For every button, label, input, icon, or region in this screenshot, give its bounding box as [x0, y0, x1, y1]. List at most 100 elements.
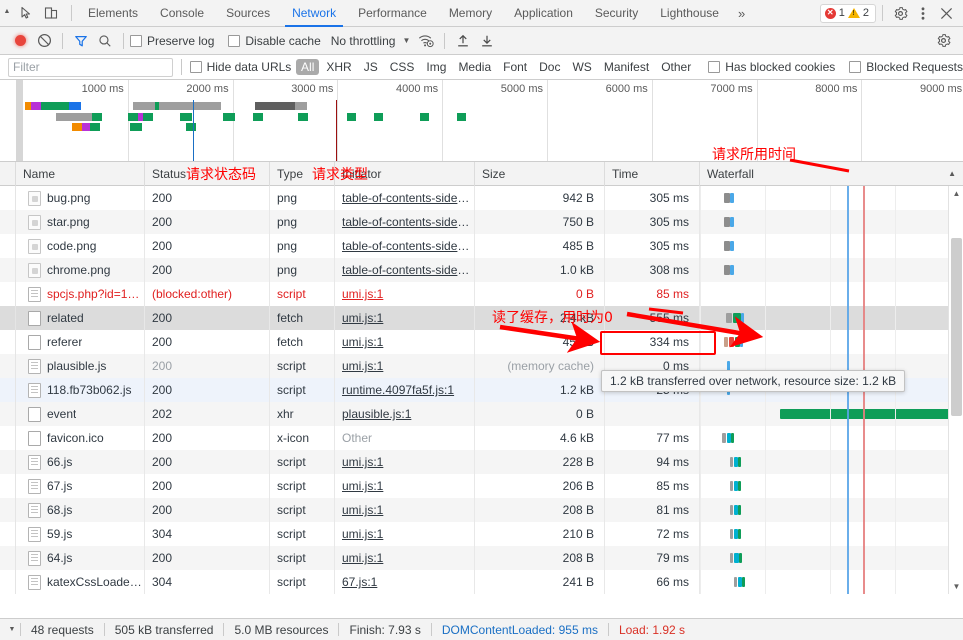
- kebab-menu-icon[interactable]: [912, 2, 934, 24]
- tab-performance[interactable]: Performance: [347, 0, 438, 27]
- cell-initiator[interactable]: umi.js:1: [335, 306, 475, 330]
- search-icon[interactable]: [93, 29, 117, 53]
- close-icon[interactable]: [935, 2, 957, 24]
- cell-name[interactable]: spcjs.php?id=1…: [16, 282, 145, 306]
- cell-initiator[interactable]: umi.js:1: [335, 282, 475, 306]
- cell-initiator[interactable]: umi.js:1: [335, 354, 475, 378]
- table-row[interactable]: 59.js 304 script umi.js:1 210 B 72 ms: [0, 522, 963, 546]
- cell-name[interactable]: code.png: [16, 234, 145, 258]
- throttling-select[interactable]: No throttling ▼: [331, 34, 411, 48]
- filter-chip-xhr[interactable]: XHR: [321, 59, 356, 75]
- table-row[interactable]: chrome.png 200 png table-of-contents-sideb……: [0, 258, 963, 282]
- table-row[interactable]: related 200 fetch umi.js:1 2.4 kB 555 ms: [0, 306, 963, 330]
- cell-name[interactable]: katexCssLoader.js: [16, 570, 145, 594]
- statusbar-collapse-icon[interactable]: ▼: [4, 626, 20, 633]
- filter-toggle-icon[interactable]: [69, 29, 93, 53]
- cell-name[interactable]: 118.fb73b062.js: [16, 378, 145, 402]
- cell-name[interactable]: 66.js: [16, 450, 145, 474]
- table-row[interactable]: 67.js 200 script umi.js:1 206 B 85 ms: [0, 474, 963, 498]
- has-blocked-cookies-checkbox[interactable]: Has blocked cookies: [708, 60, 835, 74]
- cell-initiator[interactable]: table-of-contents-sideb…: [335, 186, 475, 210]
- initiator-link[interactable]: umi.js:1: [342, 311, 383, 325]
- gear-icon[interactable]: [889, 2, 911, 24]
- initiator-link[interactable]: table-of-contents-sideb…: [342, 239, 474, 253]
- warning-badge[interactable]: 2: [847, 7, 869, 19]
- cell-name[interactable]: referer: [16, 330, 145, 354]
- tab-network[interactable]: Network: [281, 0, 347, 27]
- cell-initiator[interactable]: umi.js:1: [335, 498, 475, 522]
- table-row[interactable]: star.png 200 png table-of-contents-sideb… 75…: [0, 210, 963, 234]
- cell-initiator[interactable]: Other: [335, 426, 475, 450]
- table-row[interactable]: referer 200 fetch umi.js:1 454 B 334 ms: [0, 330, 963, 354]
- scroll-down-icon[interactable]: ▼: [949, 579, 963, 594]
- cell-initiator[interactable]: umi.js:1: [335, 474, 475, 498]
- column-header-initiator[interactable]: Initiator: [335, 161, 475, 186]
- hide-data-urls-checkbox[interactable]: Hide data URLs: [189, 60, 291, 74]
- filter-chip-all[interactable]: All: [296, 59, 320, 75]
- cell-initiator[interactable]: umi.js:1: [335, 522, 475, 546]
- initiator-link[interactable]: umi.js:1: [342, 359, 383, 373]
- network-conditions-icon[interactable]: [414, 29, 438, 53]
- table-row[interactable]: spcjs.php?id=1… (blocked:other) script umi.…: [0, 282, 963, 306]
- table-row[interactable]: code.png 200 png table-of-contents-sideb… 48…: [0, 234, 963, 258]
- export-har-icon[interactable]: [475, 29, 499, 53]
- cell-name[interactable]: 64.js: [16, 546, 145, 570]
- cell-name[interactable]: bug.png: [16, 186, 145, 210]
- filter-chip-img[interactable]: Img: [421, 59, 451, 75]
- collapse-icon[interactable]: ▲: [0, 0, 14, 27]
- filter-chip-media[interactable]: Media: [453, 59, 496, 75]
- initiator-link[interactable]: umi.js:1: [342, 335, 383, 349]
- cell-name[interactable]: related: [16, 306, 145, 330]
- blocked-requests-checkbox[interactable]: Blocked Requests: [849, 60, 963, 74]
- initiator-link[interactable]: 67.js:1: [342, 575, 377, 589]
- cell-initiator[interactable]: table-of-contents-sideb…: [335, 234, 475, 258]
- table-row[interactable]: event 202 xhr plausible.js:1 0 B: [0, 402, 963, 426]
- more-tabs-icon[interactable]: »: [730, 0, 753, 27]
- initiator-link[interactable]: umi.js:1: [342, 287, 383, 301]
- overview-left-handle[interactable]: [16, 80, 23, 161]
- filter-chip-css[interactable]: CSS: [385, 59, 420, 75]
- filter-chip-doc[interactable]: Doc: [534, 59, 565, 75]
- cell-name[interactable]: star.png: [16, 210, 145, 234]
- network-overview[interactable]: 1000 ms 2000 ms 3000 ms 4000 ms 5000 ms 6000 …: [0, 80, 963, 162]
- filter-chip-ws[interactable]: WS: [567, 59, 596, 75]
- initiator-link[interactable]: table-of-contents-sideb…: [342, 263, 474, 277]
- cell-initiator[interactable]: umi.js:1: [335, 450, 475, 474]
- tab-memory[interactable]: Memory: [438, 0, 503, 27]
- filter-chip-js[interactable]: JS: [359, 59, 383, 75]
- tab-lighthouse[interactable]: Lighthouse: [649, 0, 730, 27]
- preserve-log-checkbox[interactable]: Preserve log: [130, 34, 214, 48]
- table-row[interactable]: 64.js 200 script umi.js:1 208 B 79 ms: [0, 546, 963, 570]
- initiator-link[interactable]: umi.js:1: [342, 479, 383, 493]
- initiator-link[interactable]: umi.js:1: [342, 551, 383, 565]
- column-header-time[interactable]: Time: [605, 161, 700, 186]
- cell-initiator[interactable]: umi.js:1: [335, 330, 475, 354]
- table-row[interactable]: bug.png 200 png table-of-contents-sideb… 942…: [0, 186, 963, 210]
- cell-initiator[interactable]: plausible.js:1: [335, 402, 475, 426]
- cell-initiator[interactable]: table-of-contents-sideb…: [335, 210, 475, 234]
- initiator-link[interactable]: table-of-contents-sideb…: [342, 191, 474, 205]
- tab-security[interactable]: Security: [584, 0, 649, 27]
- cell-name[interactable]: favicon.ico: [16, 426, 145, 450]
- cell-initiator[interactable]: runtime.4097fa5f.js:1: [335, 378, 475, 402]
- network-settings-icon[interactable]: [931, 29, 955, 53]
- scrollbar-thumb[interactable]: [951, 238, 962, 416]
- cell-name[interactable]: chrome.png: [16, 258, 145, 282]
- cell-name[interactable]: plausible.js: [16, 354, 145, 378]
- column-header-status[interactable]: Status: [145, 161, 270, 186]
- error-badge[interactable]: ✕ 1: [824, 7, 845, 19]
- cell-name[interactable]: event: [16, 402, 145, 426]
- filter-chip-manifest[interactable]: Manifest: [599, 59, 654, 75]
- table-row[interactable]: katexCssLoader.js 304 script 67.js:1 241 B 66…: [0, 570, 963, 594]
- cell-initiator[interactable]: 67.js:1: [335, 570, 475, 594]
- filter-chip-font[interactable]: Font: [498, 59, 532, 75]
- initiator-link[interactable]: umi.js:1: [342, 503, 383, 517]
- tab-application[interactable]: Application: [503, 0, 584, 27]
- cell-name[interactable]: 67.js: [16, 474, 145, 498]
- record-button[interactable]: [8, 29, 32, 53]
- table-scrollbar[interactable]: ▲ ▼: [948, 186, 963, 594]
- initiator-link[interactable]: table-of-contents-sideb…: [342, 215, 474, 229]
- disable-cache-checkbox[interactable]: Disable cache: [228, 34, 321, 48]
- cell-name[interactable]: 59.js: [16, 522, 145, 546]
- cell-initiator[interactable]: table-of-contents-sideb…: [335, 258, 475, 282]
